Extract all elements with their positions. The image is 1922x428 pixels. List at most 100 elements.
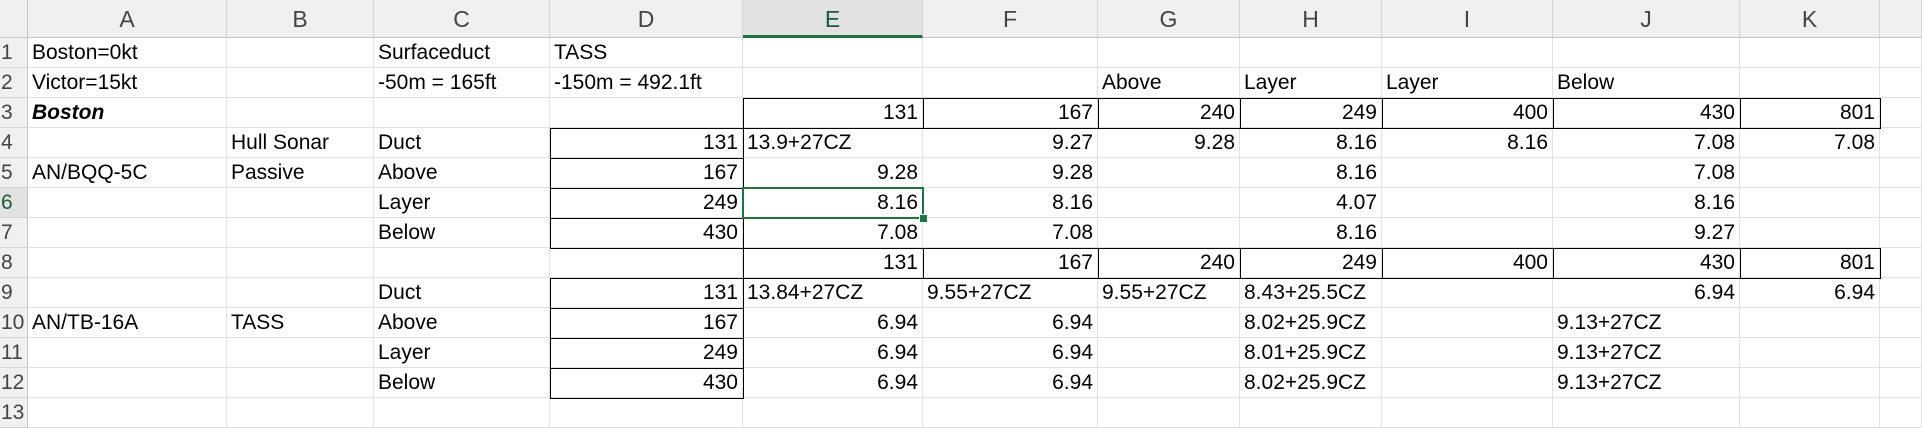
cell-filler[interactable] — [1880, 158, 1922, 188]
column-header-j[interactable]: J — [1553, 0, 1740, 38]
cell-filler[interactable] — [1880, 278, 1922, 308]
cell-a10[interactable]: AN/TB-16A — [28, 308, 227, 338]
cell-j4[interactable]: 7.08 — [1553, 128, 1740, 158]
cell-f9[interactable]: 9.55+27CZ — [923, 278, 1098, 308]
cell-f2[interactable] — [923, 68, 1098, 98]
cell-filler[interactable] — [1880, 308, 1922, 338]
row-header-10[interactable]: 10 — [0, 308, 28, 338]
cell-a3[interactable]: Boston — [28, 98, 227, 128]
cell-k1[interactable] — [1740, 38, 1880, 68]
cell-i5[interactable] — [1382, 158, 1553, 188]
cell-c1[interactable]: Surfaceduct — [374, 38, 550, 68]
cell-d13[interactable] — [550, 398, 743, 428]
column-header-e[interactable]: E — [743, 0, 923, 38]
cell-b4[interactable]: Hull Sonar — [227, 128, 374, 158]
cell-filler[interactable] — [1880, 38, 1922, 68]
cell-j12[interactable]: 9.13+27CZ — [1553, 368, 1740, 398]
cell-f4[interactable]: 9.27 — [923, 128, 1098, 158]
cell-a1[interactable]: Boston=0kt — [28, 38, 227, 68]
cell-e1[interactable] — [743, 38, 923, 68]
cell-e13[interactable] — [743, 398, 923, 428]
cell-h3[interactable]: 249 — [1240, 98, 1382, 128]
cell-k9[interactable]: 6.94 — [1740, 278, 1880, 308]
cell-a7[interactable] — [28, 218, 227, 248]
row-header-6[interactable]: 6 — [0, 188, 28, 218]
row-header-5[interactable]: 5 — [0, 158, 28, 188]
cell-b5[interactable]: Passive — [227, 158, 374, 188]
row-header-1[interactable]: 1 — [0, 38, 28, 68]
row-header-3[interactable]: 3 — [0, 98, 28, 128]
cell-e4[interactable]: 13.9+27CZ — [743, 128, 923, 158]
cell-g13[interactable] — [1098, 398, 1240, 428]
cell-b2[interactable] — [227, 68, 374, 98]
cell-b7[interactable] — [227, 218, 374, 248]
cell-d8[interactable] — [550, 248, 743, 278]
cell-k5[interactable] — [1740, 158, 1880, 188]
cell-j10[interactable]: 9.13+27CZ — [1553, 308, 1740, 338]
cell-c10[interactable]: Above — [374, 308, 550, 338]
cell-d11[interactable]: 249 — [550, 338, 743, 368]
cell-f3[interactable]: 167 — [923, 98, 1098, 128]
cell-c6[interactable]: Layer — [374, 188, 550, 218]
cell-h1[interactable] — [1240, 38, 1382, 68]
cell-d9[interactable]: 131 — [550, 278, 743, 308]
cell-g12[interactable] — [1098, 368, 1240, 398]
cell-f10[interactable]: 6.94 — [923, 308, 1098, 338]
cell-d5[interactable]: 167 — [550, 158, 743, 188]
cell-g6[interactable] — [1098, 188, 1240, 218]
cell-k4[interactable]: 7.08 — [1740, 128, 1880, 158]
cell-filler[interactable] — [1880, 188, 1922, 218]
cell-i9[interactable] — [1382, 278, 1553, 308]
cell-j1[interactable] — [1553, 38, 1740, 68]
column-header-c[interactable]: C — [374, 0, 550, 38]
cell-g4[interactable]: 9.28 — [1098, 128, 1240, 158]
cell-j7[interactable]: 9.27 — [1553, 218, 1740, 248]
cell-b1[interactable] — [227, 38, 374, 68]
cell-g7[interactable] — [1098, 218, 1240, 248]
cell-b11[interactable] — [227, 338, 374, 368]
cell-c8[interactable] — [374, 248, 550, 278]
cell-g1[interactable] — [1098, 38, 1240, 68]
cell-i11[interactable] — [1382, 338, 1553, 368]
column-header-g[interactable]: G — [1098, 0, 1240, 38]
column-header-i[interactable]: I — [1382, 0, 1553, 38]
cell-c5[interactable]: Above — [374, 158, 550, 188]
cell-c12[interactable]: Below — [374, 368, 550, 398]
cell-f12[interactable]: 6.94 — [923, 368, 1098, 398]
cell-d1[interactable]: TASS — [550, 38, 743, 68]
cell-c4[interactable]: Duct — [374, 128, 550, 158]
cell-k11[interactable] — [1740, 338, 1880, 368]
cell-g5[interactable] — [1098, 158, 1240, 188]
cell-g9[interactable]: 9.55+27CZ — [1098, 278, 1240, 308]
cell-f8[interactable]: 167 — [923, 248, 1098, 278]
cell-f7[interactable]: 7.08 — [923, 218, 1098, 248]
row-header-8[interactable]: 8 — [0, 248, 28, 278]
cell-j5[interactable]: 7.08 — [1553, 158, 1740, 188]
cell-c9[interactable]: Duct — [374, 278, 550, 308]
cell-d4[interactable]: 131 — [550, 128, 743, 158]
cell-b10[interactable]: TASS — [227, 308, 374, 338]
cell-e12[interactable]: 6.94 — [743, 368, 923, 398]
cell-j9[interactable]: 6.94 — [1553, 278, 1740, 308]
cell-e2[interactable] — [743, 68, 923, 98]
cell-h4[interactable]: 8.16 — [1240, 128, 1382, 158]
cell-c13[interactable] — [374, 398, 550, 428]
cell-i10[interactable] — [1382, 308, 1553, 338]
cell-a11[interactable] — [28, 338, 227, 368]
cell-f13[interactable] — [923, 398, 1098, 428]
cell-filler[interactable] — [1880, 248, 1922, 278]
column-header-k[interactable]: K — [1740, 0, 1880, 38]
cell-b3[interactable] — [227, 98, 374, 128]
cell-i8[interactable]: 400 — [1382, 248, 1553, 278]
cell-k3[interactable]: 801 — [1740, 98, 1880, 128]
cell-b9[interactable] — [227, 278, 374, 308]
cell-e11[interactable]: 6.94 — [743, 338, 923, 368]
cell-f5[interactable]: 9.28 — [923, 158, 1098, 188]
cell-a6[interactable] — [28, 188, 227, 218]
column-header-d[interactable]: D — [550, 0, 743, 38]
cell-filler[interactable] — [1880, 368, 1922, 398]
cell-h9[interactable]: 8.43+25.5CZ — [1240, 278, 1382, 308]
cell-e3[interactable]: 131 — [743, 98, 923, 128]
cell-a13[interactable] — [28, 398, 227, 428]
cell-a9[interactable] — [28, 278, 227, 308]
